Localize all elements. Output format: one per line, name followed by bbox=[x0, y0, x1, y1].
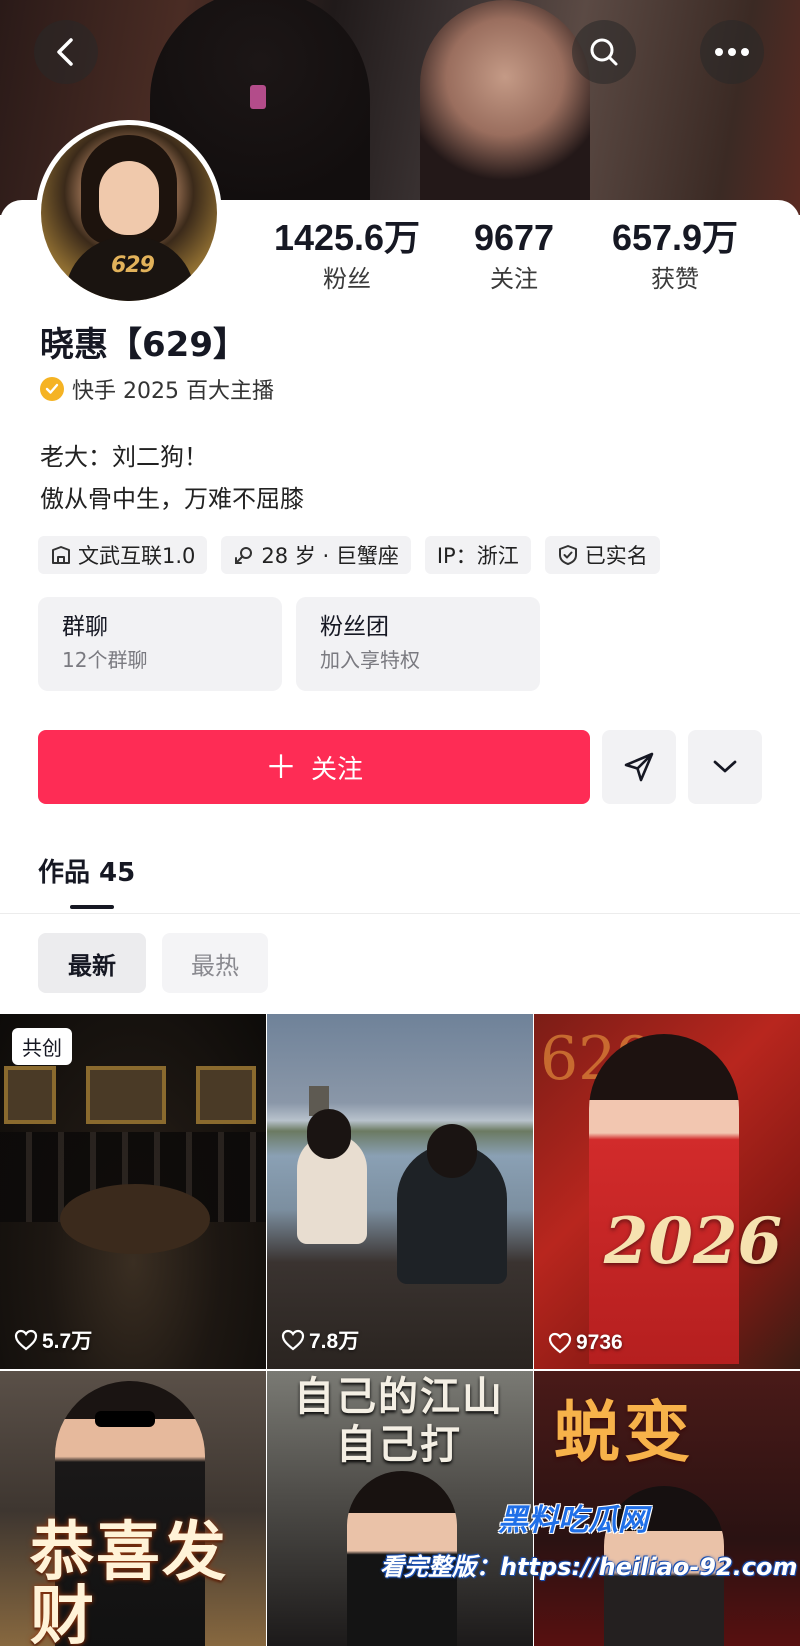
video-thumbnail[interactable]: 629 2026 9736 bbox=[534, 1014, 800, 1369]
stat-label: 粉丝 bbox=[323, 265, 371, 293]
video-overlay-text: 自己的江山自己打 bbox=[294, 1373, 504, 1468]
tag-age[interactable]: 28 岁 · 巨蟹座 bbox=[221, 536, 411, 574]
avatar-badge-text: 629 bbox=[111, 253, 155, 278]
tab-active-indicator bbox=[70, 905, 114, 909]
gender-icon bbox=[233, 544, 255, 566]
watermark-brand: 黑料吃瓜网 bbox=[498, 1503, 648, 1538]
back-button[interactable] bbox=[34, 20, 98, 84]
more-button[interactable] bbox=[700, 20, 764, 84]
sort-newest-button[interactable]: 最新 bbox=[38, 933, 146, 993]
bio-line-2: 傲从骨中生，万难不屈膝 bbox=[40, 485, 304, 513]
search-icon bbox=[590, 38, 618, 66]
profile-tags: 文武互联1.0 28 岁 · 巨蟹座 IP：浙江 已实名 bbox=[38, 536, 660, 574]
group-entries: 群聊 12个群聊 粉丝团 加入享特权 bbox=[38, 597, 540, 691]
sunglasses bbox=[95, 1411, 155, 1427]
video-likes: 9736 bbox=[548, 1331, 623, 1355]
video-thumbnail[interactable]: 自己的江山自己打 bbox=[267, 1371, 533, 1646]
video-thumbnail[interactable]: 恭喜发财 bbox=[0, 1371, 266, 1646]
stat-following[interactable]: 9677 关注 bbox=[452, 218, 576, 296]
co-create-badge: 共创 bbox=[12, 1028, 72, 1065]
send-icon bbox=[624, 752, 654, 782]
tag-real-name[interactable]: 已实名 bbox=[544, 536, 660, 574]
verified-check-icon bbox=[40, 377, 64, 401]
chevron-left-icon bbox=[57, 38, 73, 66]
school-icon bbox=[50, 544, 72, 566]
tab-works[interactable]: 作品 45 bbox=[38, 852, 135, 889]
tag-school[interactable]: 文武互联1.0 bbox=[38, 536, 208, 574]
expand-button[interactable] bbox=[688, 730, 762, 804]
stat-value: 9677 bbox=[473, 217, 555, 258]
more-dots-icon bbox=[715, 48, 749, 56]
cover-phone bbox=[250, 85, 266, 109]
search-button[interactable] bbox=[572, 20, 636, 84]
bio-line-1: 老大：刘二狗！ bbox=[40, 443, 208, 471]
video-thumbnail[interactable]: 7.8万 bbox=[267, 1014, 533, 1369]
verified-badge: 快手 2025 百大主播 bbox=[40, 373, 274, 405]
video-thumbnail[interactable]: 共创 5.7万 bbox=[0, 1014, 266, 1369]
sort-hottest-button[interactable]: 最热 bbox=[162, 933, 268, 993]
tag-ip: IP：浙江 bbox=[424, 536, 531, 574]
stat-value: 657.9万 bbox=[611, 217, 739, 258]
follow-button[interactable]: ＋ 关注 bbox=[38, 730, 590, 804]
profile-name: 晓惠【629】 bbox=[40, 325, 247, 365]
fan-club-card[interactable]: 粉丝团 加入享特权 bbox=[296, 597, 540, 691]
video-likes: 5.7万 bbox=[14, 1325, 92, 1355]
video-overlay-text: 恭喜发财 bbox=[30, 1515, 228, 1646]
stat-label: 获赞 bbox=[651, 265, 699, 293]
heart-icon bbox=[14, 1329, 38, 1351]
share-button[interactable] bbox=[602, 730, 676, 804]
stat-followers[interactable]: 1425.6万 粉丝 bbox=[262, 218, 432, 296]
stat-label: 关注 bbox=[490, 265, 538, 293]
watermark-url: 看完整版：https://heiliao-92.com bbox=[380, 1553, 798, 1581]
plus-icon: ＋ bbox=[264, 748, 297, 786]
stat-likes[interactable]: 657.9万 获赞 bbox=[600, 218, 750, 296]
heart-icon bbox=[281, 1329, 305, 1351]
avatar[interactable]: 629 bbox=[36, 120, 222, 306]
shield-check-icon bbox=[557, 544, 579, 566]
follow-label: 关注 bbox=[311, 754, 364, 785]
video-likes: 7.8万 bbox=[281, 1325, 359, 1355]
heart-icon bbox=[548, 1332, 572, 1354]
verified-text: 快手 2025 百大主播 bbox=[72, 379, 274, 404]
cover-person-woman bbox=[420, 0, 590, 215]
group-chat-card[interactable]: 群聊 12个群聊 bbox=[38, 597, 282, 691]
stat-value: 1425.6万 bbox=[273, 217, 421, 258]
chevron-down-icon bbox=[713, 760, 737, 773]
video-overlay-text: 蜕变 bbox=[554, 1393, 694, 1471]
video-overlay-text: 2026 bbox=[603, 1204, 782, 1279]
divider bbox=[0, 913, 800, 914]
